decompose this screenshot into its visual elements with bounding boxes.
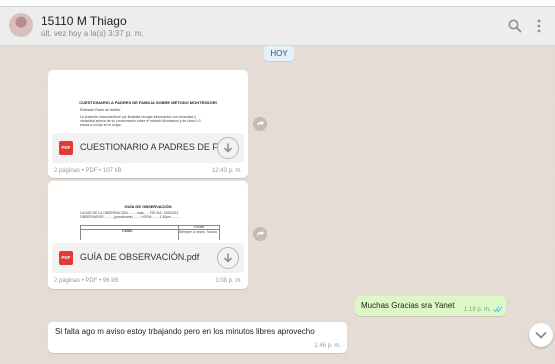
outgoing-message[interactable]: Muchas Gracias sra Yanet 1:19 p. m. bbox=[355, 296, 506, 316]
preview-title: GUÍA DE OBSERVACIÓN bbox=[124, 204, 172, 209]
pdf-icon: PDF bbox=[59, 141, 73, 155]
preview-line: educa a su hijo en el hogar. bbox=[80, 123, 122, 127]
forward-icon bbox=[257, 120, 264, 126]
contact-name[interactable]: 15110 M Thiago bbox=[41, 14, 127, 28]
document-meta: 2 páginas • PDF • 107 kB bbox=[54, 168, 122, 174]
document-name[interactable]: GUÍA DE OBSERVACIÓN.pdf bbox=[80, 252, 199, 262]
incoming-message[interactable]: Si falta ago m aviso estoy trbajando per… bbox=[48, 322, 347, 353]
document-bar[interactable]: PDF CUESTIONARIO A PADRES DE FAM... bbox=[52, 133, 244, 163]
chevron-down-icon bbox=[535, 332, 547, 339]
message-time: 1:19 p. m. bbox=[464, 307, 491, 313]
chat-header[interactable]: 15110 M Thiago últ. vez hoy a la(s) 3:37… bbox=[0, 7, 555, 46]
menu-icon[interactable] bbox=[531, 18, 547, 34]
table-header: Nunca bbox=[207, 230, 217, 234]
document-message[interactable]: CUESTIONARIO A PADRES DE FAMILIA SOBRE M… bbox=[48, 70, 248, 178]
document-preview[interactable]: CUESTIONARIO A PADRES DE FAMILIA SOBRE M… bbox=[52, 74, 244, 129]
table-header: A veces bbox=[193, 230, 205, 234]
scroll-down-button[interactable] bbox=[529, 323, 553, 347]
message-text: Muchas Gracias sra Yanet bbox=[361, 301, 455, 310]
download-button[interactable] bbox=[217, 137, 239, 159]
last-seen-status: últ. vez hoy a la(s) 3:37 p. m. bbox=[41, 29, 144, 38]
message-text: Si falta ago m aviso estoy trbajando per… bbox=[55, 327, 315, 336]
table-header: ITEMS bbox=[122, 229, 133, 233]
download-icon bbox=[223, 253, 233, 263]
document-message[interactable]: GUÍA DE OBSERVACIÓN LUGAR DE LA OBSERVAC… bbox=[48, 181, 248, 289]
table-border bbox=[219, 225, 220, 240]
preview-line: OBSERVADOR: .........(practicante)......… bbox=[80, 215, 180, 219]
forward-icon bbox=[257, 230, 264, 236]
table-border bbox=[80, 225, 81, 240]
top-border bbox=[0, 0, 555, 7]
forward-button[interactable] bbox=[253, 227, 267, 241]
document-bar[interactable]: PDF GUÍA DE OBSERVACIÓN.pdf bbox=[52, 243, 244, 273]
preview-title: CUESTIONARIO A PADRES DE FAMILIA SOBRE M… bbox=[79, 100, 217, 105]
date-divider: HOY bbox=[264, 46, 294, 61]
preview-greeting: Estimado Padre de familia: bbox=[80, 108, 121, 112]
message-time: 12:43 p. m. bbox=[211, 168, 242, 174]
message-time: 1:46 p. m. bbox=[314, 343, 341, 349]
document-preview[interactable]: GUÍA DE OBSERVACIÓN LUGAR DE LA OBSERVAC… bbox=[52, 185, 244, 240]
forward-button[interactable] bbox=[253, 117, 267, 131]
pdf-icon: PDF bbox=[59, 251, 73, 265]
read-receipt-icon bbox=[493, 306, 503, 313]
table-header: Escala bbox=[194, 225, 205, 229]
download-button[interactable] bbox=[217, 247, 239, 269]
document-meta: 2 páginas • PDF • 96 kB bbox=[54, 278, 119, 284]
avatar[interactable] bbox=[9, 13, 33, 37]
search-icon[interactable] bbox=[507, 18, 523, 34]
document-name[interactable]: CUESTIONARIO A PADRES DE FAM... bbox=[80, 142, 238, 152]
download-icon bbox=[223, 143, 233, 153]
message-time: 1:08 p. m. bbox=[215, 278, 242, 284]
table-header: Siempre bbox=[179, 230, 192, 234]
